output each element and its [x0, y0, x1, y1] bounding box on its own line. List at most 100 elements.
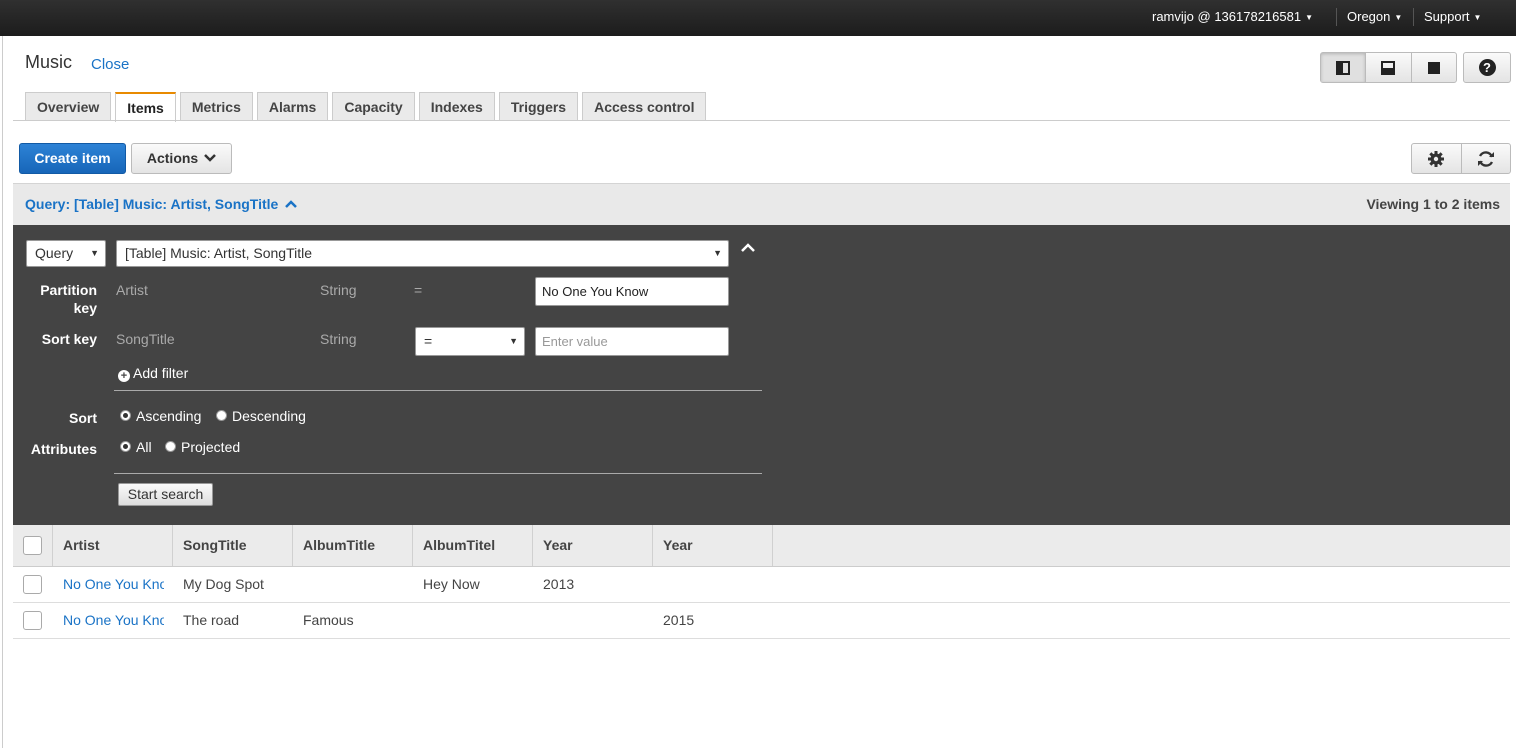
- ascending-label: Ascending: [136, 408, 202, 424]
- tab-capacity[interactable]: Capacity: [332, 92, 415, 121]
- add-filter-link[interactable]: + Add filter: [118, 365, 188, 382]
- column-header-artist[interactable]: Artist: [53, 525, 173, 566]
- layout-toggle-group: [1320, 52, 1457, 83]
- radio-selected-icon: [120, 441, 131, 452]
- sort-key-operator-value: =: [424, 333, 433, 349]
- descending-radio[interactable]: Descending: [216, 408, 306, 424]
- column-header-year[interactable]: Year: [533, 525, 653, 566]
- chevron-down-icon: ▼: [1305, 13, 1313, 23]
- split-vertical-icon: [1336, 60, 1351, 75]
- albumtitle-cell: [303, 567, 413, 602]
- item-count-label: Viewing 1 to 2 items: [1366, 196, 1500, 212]
- table-row[interactable]: No One You Know The road Famous 2015: [13, 603, 1510, 639]
- plus-circle-icon: +: [118, 370, 130, 382]
- help-icon: ?: [1478, 59, 1496, 76]
- divider: [1336, 8, 1337, 26]
- year-cell: [543, 603, 653, 638]
- query-toggle-link[interactable]: Query: [Table] Music: Artist, SongTitle: [25, 196, 298, 212]
- page-title: Music: [25, 52, 73, 72]
- actions-label: Actions: [146, 150, 199, 166]
- help-button[interactable]: ?: [1463, 52, 1511, 83]
- sort-key-name: SongTitle: [116, 331, 175, 347]
- select-all-cell: [13, 525, 53, 566]
- tab-bar: Overview Items Metrics Alarms Capacity I…: [25, 92, 710, 122]
- region-label: Oregon: [1347, 9, 1391, 24]
- sort-key-label: Sort key: [41, 331, 97, 347]
- sort-key-value-input[interactable]: Enter value: [535, 327, 729, 356]
- albumtitel-cell: [423, 603, 533, 638]
- left-border: [2, 36, 3, 748]
- settings-button[interactable]: [1412, 144, 1462, 173]
- row-checkbox[interactable]: [23, 575, 42, 594]
- albumtitel-cell: Hey Now: [423, 576, 480, 592]
- radio-unselected-icon: [216, 410, 227, 421]
- divider: [1413, 8, 1414, 26]
- support-menu[interactable]: Support ▼: [1424, 0, 1481, 36]
- sort-key-operator-select[interactable]: = ▼: [415, 327, 525, 356]
- add-filter-label: Add filter: [133, 365, 189, 381]
- descending-label: Descending: [232, 408, 306, 424]
- dropdown-arrow-icon: ▼: [509, 336, 518, 346]
- column-header-songtitle[interactable]: SongTitle: [173, 525, 293, 566]
- year-cell: 2013: [543, 576, 575, 592]
- artist-cell-link[interactable]: No One You Know: [63, 567, 164, 602]
- tabs-divider: [13, 120, 1510, 121]
- partition-key-type: String: [320, 282, 357, 298]
- radio-unselected-icon: [165, 441, 176, 452]
- refresh-icon: [1477, 150, 1494, 167]
- query-panel: Query ▼ [Table] Music: Artist, SongTitle…: [13, 225, 1510, 525]
- close-link[interactable]: Close: [91, 56, 129, 73]
- projected-attributes-radio[interactable]: Projected: [165, 439, 240, 455]
- ascending-radio[interactable]: Ascending: [120, 408, 201, 424]
- full-view-button[interactable]: [1412, 53, 1456, 82]
- split-horizontal-icon: [1381, 60, 1396, 75]
- partition-key-label: Partition key: [40, 282, 97, 316]
- tab-access-control[interactable]: Access control: [582, 92, 707, 121]
- dropdown-arrow-icon: ▼: [713, 248, 722, 258]
- radio-selected-icon: [120, 410, 131, 421]
- support-label: Support: [1424, 9, 1470, 24]
- songtitle-cell: My Dog Spot: [183, 576, 264, 592]
- start-search-button[interactable]: Start search: [118, 483, 213, 506]
- artist-cell-link[interactable]: No One You Know: [63, 603, 164, 638]
- collapse-panel-button[interactable]: [741, 241, 755, 257]
- tab-items[interactable]: Items: [115, 92, 176, 122]
- account-menu[interactable]: ramvijo @ 136178216581 ▼: [1152, 0, 1313, 36]
- refresh-button[interactable]: [1462, 144, 1511, 173]
- tab-metrics[interactable]: Metrics: [179, 92, 253, 121]
- split-vertical-view-button[interactable]: [1321, 53, 1367, 82]
- region-menu[interactable]: Oregon ▼: [1347, 0, 1402, 36]
- all-attributes-radio[interactable]: All: [120, 439, 152, 455]
- row-checkbox[interactable]: [23, 611, 42, 630]
- all-label: All: [136, 439, 152, 455]
- select-all-checkbox[interactable]: [23, 536, 42, 555]
- attributes-label: Attributes: [30, 441, 97, 457]
- tab-triggers[interactable]: Triggers: [498, 92, 579, 121]
- chevron-up-icon: [741, 243, 755, 252]
- query-mode-value: Query: [35, 245, 74, 261]
- sort-order-label: Sort: [69, 410, 97, 426]
- top-navigation-bar: ramvijo @ 136178216581 ▼ Oregon ▼ Support ▼: [0, 0, 1516, 36]
- tab-overview[interactable]: Overview: [25, 92, 112, 121]
- query-summary-text: Query: [Table] Music: Artist, SongTitle: [25, 196, 279, 212]
- full-view-icon: [1427, 61, 1440, 74]
- partition-key-value-input[interactable]: No One You Know: [535, 277, 729, 306]
- query-summary-bar: Query: [Table] Music: Artist, SongTitle …: [13, 183, 1510, 225]
- index-select[interactable]: [Table] Music: Artist, SongTitle ▼: [116, 240, 729, 267]
- query-mode-select[interactable]: Query ▼: [26, 240, 106, 267]
- chevron-up-icon: [285, 200, 298, 208]
- tab-indexes[interactable]: Indexes: [418, 92, 495, 121]
- actions-dropdown-button[interactable]: Actions: [131, 143, 232, 174]
- table-header: Artist SongTitle AlbumTitle AlbumTitel Y…: [13, 525, 1510, 567]
- table-row[interactable]: No One You Know My Dog Spot Hey Now 2013: [13, 567, 1510, 603]
- tab-alarms[interactable]: Alarms: [256, 92, 329, 121]
- column-header-year[interactable]: Year: [653, 525, 773, 566]
- albumtitle-cell: Famous: [303, 612, 354, 628]
- index-value: [Table] Music: Artist, SongTitle: [125, 245, 312, 261]
- column-header-albumtitel[interactable]: AlbumTitel: [413, 525, 533, 566]
- split-horizontal-view-button[interactable]: [1366, 53, 1412, 82]
- create-item-button[interactable]: Create item: [19, 143, 126, 174]
- account-label: ramvijo @ 136178216581: [1152, 9, 1302, 24]
- gear-icon: [1428, 150, 1445, 167]
- column-header-albumtitle[interactable]: AlbumTitle: [293, 525, 413, 566]
